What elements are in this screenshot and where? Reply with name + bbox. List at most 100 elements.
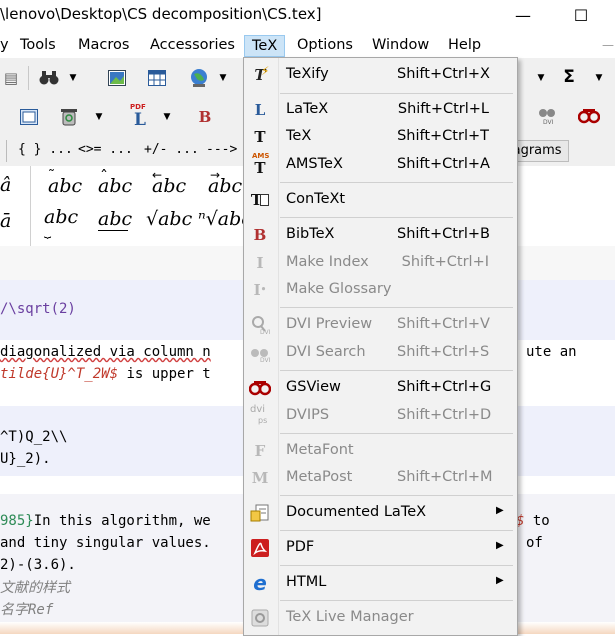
menu-item-texify[interactable]: T ⚡ TeXify Shift+Ctrl+X	[244, 61, 517, 89]
menu-item-latex[interactable]: L LaTeX Shift+Ctrl+L	[244, 96, 517, 124]
menu-item-label: GSView	[286, 379, 341, 395]
mdi-close-icon[interactable]: —	[602, 38, 614, 52]
chevron-down-icon[interactable]: ▼	[588, 67, 610, 89]
maximize-button[interactable]: ☐	[568, 4, 594, 26]
menu-macros[interactable]: Macros	[78, 37, 129, 53]
menu-item-label: Make Glossary	[286, 281, 392, 297]
title-bar: \lenovo\Desktop\CS decomposition\CS.tex]…	[0, 0, 615, 32]
menu-item-texlive-manager[interactable]: TeX Live Manager	[244, 604, 517, 632]
menu-separator	[280, 370, 513, 371]
pdf-icon	[248, 537, 272, 559]
menu-item-label: TeX	[286, 128, 312, 144]
code-comment: 文献的样式	[0, 580, 70, 596]
menu-separator	[280, 495, 513, 496]
latex-icon: L	[254, 101, 266, 119]
table-icon[interactable]	[146, 67, 168, 89]
trash-icon[interactable]	[58, 106, 80, 128]
paste-icon[interactable]: ▤	[0, 67, 22, 89]
binoculars-icon[interactable]	[38, 67, 60, 89]
code-line: U}_2).	[0, 451, 51, 467]
menu-item-metafont[interactable]: F MetaFont	[244, 437, 517, 465]
menu-item-tex[interactable]: T TeX Shift+Ctrl+T	[244, 123, 517, 151]
code-line: ute an	[526, 344, 577, 360]
tab-relations[interactable]: <>= ...	[78, 142, 133, 157]
globe-icon[interactable]	[188, 67, 210, 89]
menu-accessories[interactable]: Accessories	[150, 37, 235, 53]
frame-icon[interactable]	[18, 106, 40, 128]
documented-latex-icon	[248, 502, 272, 524]
chevron-down-icon[interactable]: ▼	[62, 67, 84, 89]
dvi-tag: DVI	[260, 329, 271, 336]
code-text: In this algorithm, we	[33, 513, 211, 529]
chevron-down-icon[interactable]: ▼	[530, 67, 552, 89]
symbol-overleftarrow[interactable]: abc	[152, 175, 186, 197]
menu-item-pdf[interactable]: PDF ▶	[244, 534, 517, 562]
tab-brackets[interactable]: { } ...	[18, 142, 73, 157]
menu-item-label: DVI Search	[286, 344, 366, 360]
submenu-arrow-icon: ▶	[496, 575, 504, 586]
toolbar-separator	[28, 66, 29, 90]
menu-item-dvips[interactable]: dvi ps DVIPS Shift+Ctrl+D	[244, 402, 517, 430]
symbol-widetilde[interactable]: abc	[48, 175, 82, 197]
menu-separator	[280, 433, 513, 434]
bibtex-icon[interactable]: B	[194, 106, 216, 128]
submenu-arrow-icon: ▶	[496, 540, 504, 551]
code-line: diagonalized via column n	[0, 344, 211, 360]
metapost-icon: M	[251, 469, 269, 487]
image-icon[interactable]	[106, 67, 128, 89]
gsview-icon	[248, 377, 272, 399]
symbol-sqrt[interactable]: √abc	[146, 208, 192, 230]
menu-window[interactable]: Window	[372, 37, 429, 53]
tex-dropdown-menu: T ⚡ TeXify Shift+Ctrl+X L LaTeX Shift+Ct…	[243, 57, 518, 636]
chevron-down-icon[interactable]: ▼	[212, 67, 234, 89]
sigma-icon[interactable]: Σ	[558, 66, 580, 88]
menu-item-label: TeX Live Manager	[286, 609, 414, 625]
menu-item-make-glossary[interactable]: I • Make Glossary	[244, 276, 517, 304]
menu-item-amstex[interactable]: AMS T AMSTeX Shift+Ctrl+A	[244, 151, 517, 179]
menu-help[interactable]: Help	[448, 37, 481, 53]
makeindex-icon: I	[256, 254, 264, 272]
menu-item-label: DVIPS	[286, 407, 330, 423]
menu-item-bibtex[interactable]: B BibTeX Shift+Ctrl+B	[244, 221, 517, 249]
symbol-underline[interactable]: abc	[98, 208, 132, 230]
gsview-icon[interactable]	[578, 105, 600, 127]
menu-item-label: BibTeX	[286, 226, 335, 242]
chevron-down-icon[interactable]: ▼	[88, 106, 110, 128]
pdflatex-icon[interactable]: L	[134, 110, 146, 130]
code-math: tilde{U}^T_2W$	[0, 366, 119, 382]
menu-item-make-index[interactable]: I Make Index Shift+Ctrl+I	[244, 249, 517, 277]
menu-item-context[interactable]: T ConTeXt	[244, 186, 517, 214]
bibtex-icon: B	[253, 226, 267, 244]
makeglossary-icon: I •	[248, 279, 272, 301]
menu-item-dvi-search[interactable]: DVI DVI Search Shift+Ctrl+S	[244, 339, 517, 367]
menu-edit[interactable]: y	[0, 37, 9, 53]
menu-item-dvi-preview[interactable]: DVI DVI Preview Shift+Ctrl+V	[244, 311, 517, 339]
code-line: 985}In this algorithm, we	[0, 513, 211, 529]
menu-tools[interactable]: Tools	[20, 37, 56, 53]
window-title: \lenovo\Desktop\CS decomposition\CS.tex]	[0, 5, 322, 23]
symbol-overrightarrow[interactable]: abc	[208, 175, 242, 197]
menu-item-label: TeXify	[286, 66, 329, 82]
texlive-manager-icon	[248, 607, 272, 629]
symbol-bar-a[interactable]: ā	[0, 210, 11, 232]
menu-item-label: MetaPost	[286, 469, 353, 485]
minimize-button[interactable]: —	[510, 4, 536, 26]
symbol-widehat[interactable]: abc	[98, 175, 132, 197]
symbol-hat-a[interactable]: â	[0, 174, 11, 196]
menu-separator	[280, 93, 513, 94]
menu-tex[interactable]: TeX	[244, 35, 286, 57]
chevron-down-icon[interactable]: ▼	[156, 106, 178, 128]
menu-item-html[interactable]: e HTML ▶	[244, 569, 517, 597]
makeglossary-icon-glyph: I	[253, 281, 261, 299]
menu-item-shortcut: Shift+Ctrl+I	[401, 254, 489, 270]
code-line: tilde{U}^T_2W$ is upper t	[0, 366, 211, 382]
menu-item-gsview[interactable]: GSView Shift+Ctrl+G	[244, 374, 517, 402]
menu-options[interactable]: Options	[297, 37, 353, 53]
menu-item-metapost[interactable]: M MetaPost Shift+Ctrl+M	[244, 464, 517, 492]
underline-mark	[98, 230, 128, 231]
menu-item-shortcut: Shift+Ctrl+L	[397, 101, 489, 117]
menu-item-shortcut: Shift+Ctrl+S	[397, 344, 490, 360]
tab-operators[interactable]: +/- ...	[144, 142, 199, 157]
menu-item-label: DVI Preview	[286, 316, 373, 332]
menu-item-documented-latex[interactable]: Documented LaTeX ▶	[244, 499, 517, 527]
